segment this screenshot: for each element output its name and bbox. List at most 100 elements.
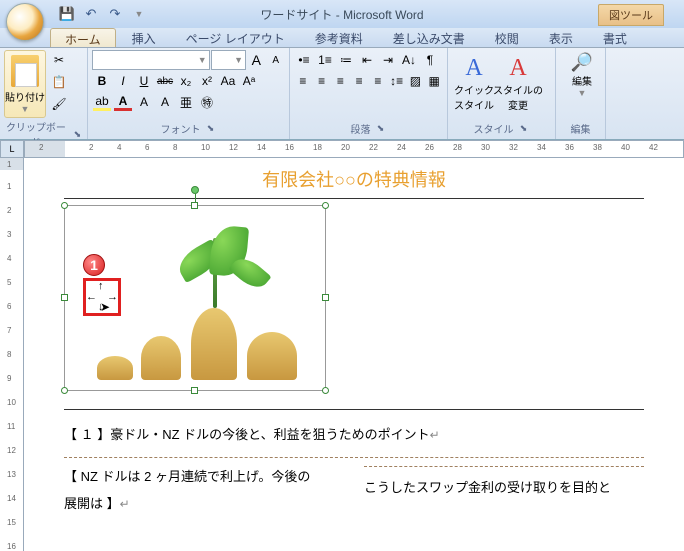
group-label-font: フォント — [161, 120, 201, 137]
group-editing: 🔎 編集 ▼ 編集 — [556, 48, 606, 139]
tab-review[interactable]: 校閲 — [481, 28, 533, 47]
numbering-button[interactable]: 1≡ — [315, 50, 335, 70]
superscript-button[interactable]: x² — [197, 71, 217, 91]
font-launcher[interactable]: ⬊ — [205, 123, 217, 135]
tab-format[interactable]: 書式 — [589, 28, 641, 47]
resize-handle-r[interactable] — [322, 294, 329, 301]
column-left: 【 NZ ドルは 2 ヶ月連続で利上げ。今後の 展開は 】↵ — [64, 466, 344, 512]
strikethrough-button[interactable]: abc — [155, 71, 175, 91]
ruler-horizontal-area: L 2 2 4 6 8 10 12 14 16 18 20 22 24 26 2… — [0, 140, 684, 158]
redo-button[interactable]: ↷ — [104, 4, 126, 24]
change-case-button[interactable]: Aa — [218, 71, 238, 91]
qat-customize[interactable]: ▼ — [128, 4, 150, 24]
cursor-icon: ➤ — [100, 301, 110, 313]
align-center-button[interactable]: ≡ — [313, 71, 331, 91]
font-color-button[interactable]: A — [113, 92, 133, 112]
align-right-button[interactable]: ≡ — [332, 71, 350, 91]
paste-label: 貼り付け — [5, 89, 45, 104]
group-label-editing: 編集 — [560, 120, 601, 137]
context-tab-picture-tools[interactable]: 図ツール — [598, 4, 664, 26]
subscript-button[interactable]: x₂ — [176, 71, 196, 91]
move-icon: ↑ ← → ↓ ➤ — [90, 285, 114, 309]
group-styles: A クイック スタイル A スタイルの 変更 スタイル ⬊ — [448, 48, 556, 139]
ruler-vertical[interactable]: 1 1 2 3 4 5 6 7 8 9 10 11 12 13 14 15 16 — [0, 158, 24, 551]
ruler-corner[interactable]: L — [0, 140, 24, 158]
shrink-font-button[interactable]: A — [267, 50, 285, 70]
titlebar: 💾 ↶ ↷ ▼ ワードサイト - Microsoft Word 図ツール — [0, 0, 684, 28]
shading-button[interactable]: ▨ — [407, 71, 425, 91]
italic-button[interactable]: I — [113, 71, 133, 91]
highlight-button[interactable]: ab — [92, 92, 112, 112]
resize-handle-br[interactable] — [322, 387, 329, 394]
clear-format-button[interactable]: Aᵃ — [239, 71, 259, 91]
undo-button[interactable]: ↶ — [80, 4, 102, 24]
font-size-combo[interactable]: ▼ — [211, 50, 246, 70]
paragraph: 【 １ 】豪ドル・NZ ドルの今後と、利益を狙うためのポイント↵ — [64, 424, 644, 443]
resize-handle-t[interactable] — [191, 202, 198, 209]
ruler-horizontal[interactable]: 2 2 4 6 8 10 12 14 16 18 20 22 24 26 28 … — [24, 140, 684, 158]
group-label-paragraph: 段落 — [351, 120, 371, 137]
group-font: ▼ ▼ A A B I U abc x₂ x² Aa Aᵃ ab A A A 亜 — [88, 48, 290, 139]
separator — [64, 409, 644, 410]
resize-handle-tl[interactable] — [61, 202, 68, 209]
quick-styles-button[interactable]: A クイック スタイル — [452, 50, 496, 116]
show-marks-button[interactable]: ¶ — [420, 50, 440, 70]
editing-button[interactable]: 🔎 編集 ▼ — [560, 50, 604, 100]
group-clipboard: 貼り付け ▼ ✂ 📋 🖌 クリップボード ⬊ — [0, 48, 88, 139]
tab-mailings[interactable]: 差し込み文書 — [379, 28, 479, 47]
copy-button[interactable]: 📋 — [48, 72, 70, 92]
resize-handle-bl[interactable] — [61, 387, 68, 394]
font-name-combo[interactable]: ▼ — [92, 50, 210, 70]
window-title: ワードサイト - Microsoft Word — [260, 6, 423, 23]
quick-access-toolbar: 💾 ↶ ↷ ▼ — [56, 4, 150, 24]
justify-button[interactable]: ≡ — [350, 71, 368, 91]
paragraph-launcher[interactable]: ⬊ — [375, 123, 387, 135]
increase-indent-button[interactable]: ⇥ — [378, 50, 398, 70]
resize-handle-b[interactable] — [191, 387, 198, 394]
office-button[interactable] — [6, 3, 44, 41]
selected-image-frame[interactable]: 1 ↑ ← → ↓ ➤ — [64, 205, 326, 391]
format-painter-button[interactable]: 🖌 — [48, 94, 70, 114]
tab-insert[interactable]: 挿入 — [118, 28, 170, 47]
paste-button[interactable]: 貼り付け ▼ — [4, 50, 46, 118]
tab-references[interactable]: 参考資料 — [301, 28, 377, 47]
styles-launcher[interactable]: ⬊ — [518, 123, 530, 135]
cut-button[interactable]: ✂ — [48, 50, 70, 70]
distribute-button[interactable]: ≡ — [369, 71, 387, 91]
rotate-handle[interactable] — [191, 186, 199, 194]
enclose-char-button[interactable]: ㊕ — [197, 92, 217, 112]
bullets-button[interactable]: •≡ — [294, 50, 314, 70]
save-button[interactable]: 💾 — [56, 4, 78, 24]
resize-handle-l[interactable] — [61, 294, 68, 301]
group-paragraph: •≡ 1≡ ≔ ⇤ ⇥ A↓ ¶ ≡ ≡ ≡ ≡ ≡ ↕≡ ▨ ▦ 段落 ⬊ — [290, 48, 448, 139]
underline-button[interactable]: U — [134, 71, 154, 91]
tab-page-layout[interactable]: ページ レイアウト — [172, 28, 299, 47]
dashed-separator — [64, 457, 644, 458]
ribbon: 貼り付け ▼ ✂ 📋 🖌 クリップボード ⬊ ▼ ▼ A A B I — [0, 48, 684, 140]
separator — [64, 198, 644, 199]
document-area: 1 1 2 3 4 5 6 7 8 9 10 11 12 13 14 15 16… — [0, 158, 684, 551]
tab-home[interactable]: ホーム — [50, 28, 116, 47]
paste-icon — [11, 55, 39, 87]
page[interactable]: 有限会社○○の特典情報 1 — [24, 158, 684, 551]
decrease-indent-button[interactable]: ⇤ — [357, 50, 377, 70]
sort-button[interactable]: A↓ — [399, 50, 419, 70]
bold-button[interactable]: B — [92, 71, 112, 91]
multilevel-button[interactable]: ≔ — [336, 50, 356, 70]
column-right: こうしたスワップ金利の受け取りを目的と — [364, 466, 644, 512]
move-cursor-callout: ↑ ← → ↓ ➤ — [83, 278, 121, 316]
ribbon-tabs: ホーム 挿入 ページ レイアウト 参考資料 差し込み文書 校閲 表示 書式 — [0, 28, 684, 48]
clipboard-launcher[interactable]: ⬊ — [72, 128, 83, 140]
change-styles-button[interactable]: A スタイルの 変更 — [496, 50, 540, 116]
grow-font-button[interactable]: A — [247, 50, 265, 70]
group-label-styles: スタイル — [474, 120, 514, 137]
char-border-button[interactable]: A — [155, 92, 175, 112]
phonetic-button[interactable]: 亜 — [176, 92, 196, 112]
doc-title: 有限会社○○の特典情報 — [64, 166, 644, 192]
char-shading-button[interactable]: A — [134, 92, 154, 112]
resize-handle-tr[interactable] — [322, 202, 329, 209]
line-spacing-button[interactable]: ↕≡ — [388, 71, 406, 91]
align-left-button[interactable]: ≡ — [294, 71, 312, 91]
borders-button[interactable]: ▦ — [425, 71, 443, 91]
tab-view[interactable]: 表示 — [535, 28, 587, 47]
